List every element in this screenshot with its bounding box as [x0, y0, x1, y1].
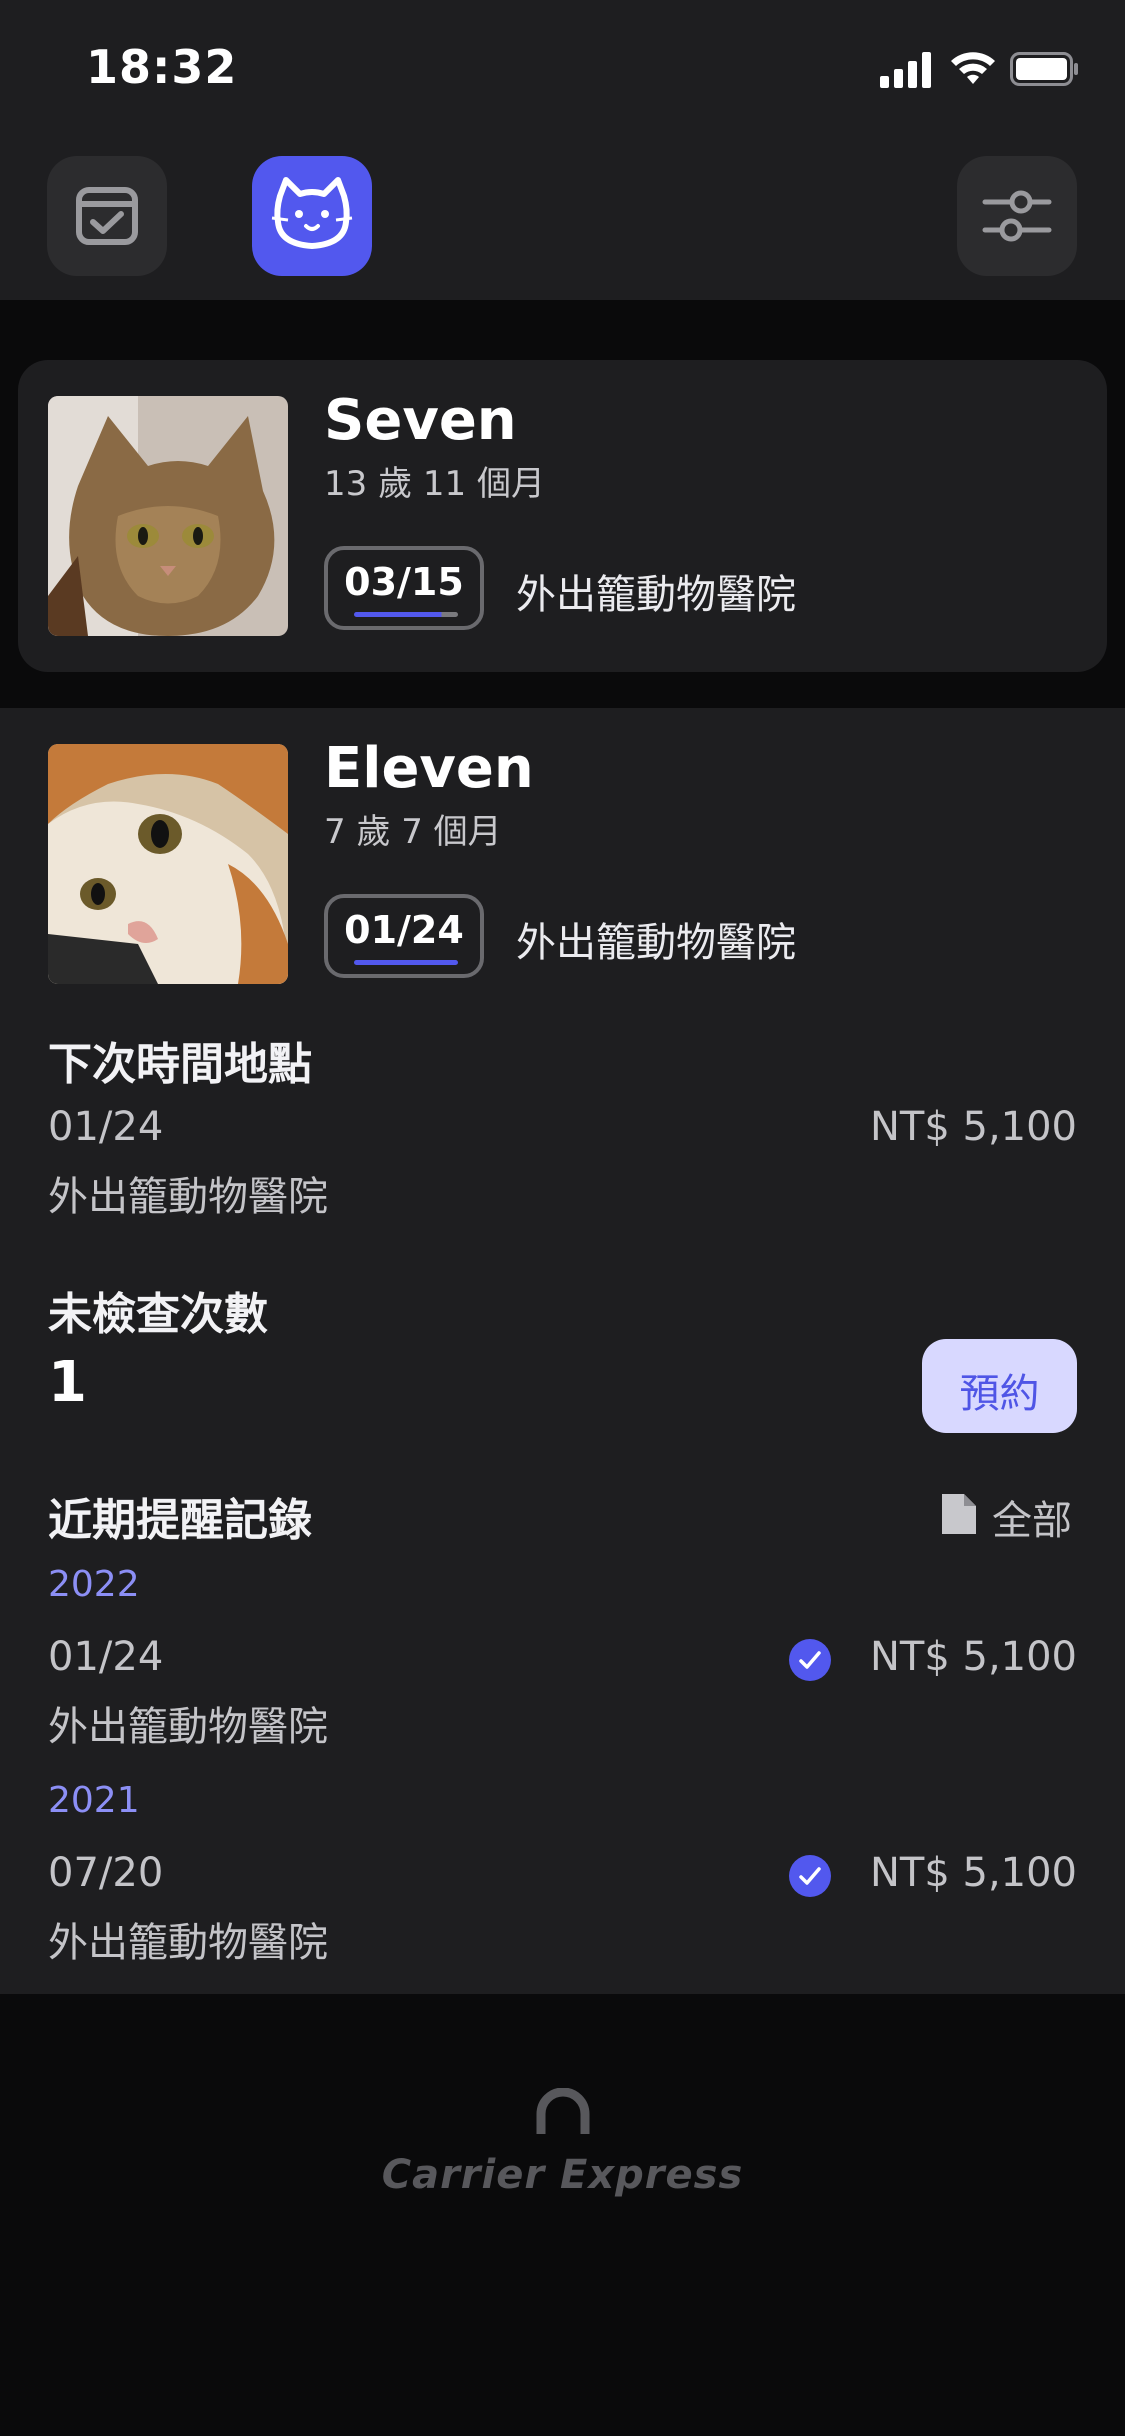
record-clinic: 外出籠動物醫院 [48, 1704, 328, 1750]
date-progress-bar [354, 612, 458, 617]
pet-name: Seven [324, 388, 517, 453]
next-clinic: 外出籠動物醫院 [48, 1174, 328, 1220]
record-year: 2021 [48, 1780, 140, 1821]
record-year: 2022 [48, 1564, 140, 1605]
done-check-icon [789, 1639, 831, 1681]
pets-tab-button[interactable] [252, 156, 372, 276]
document-icon [942, 1494, 976, 1534]
recent-section-title: 近期提醒記錄 [48, 1495, 312, 1546]
filter-sliders-icon [982, 190, 1052, 242]
wifi-icon [951, 52, 995, 84]
book-button[interactable]: 預約 [922, 1339, 1077, 1433]
cat-icon [271, 177, 353, 249]
record-clinic: 外出籠動物醫院 [48, 1920, 328, 1966]
next-section-title: 下次時間地點 [48, 1039, 312, 1090]
filter-button[interactable] [957, 156, 1077, 276]
pet-photo-eleven [48, 744, 288, 984]
unchecked-section-title: 未檢查次數 [48, 1289, 268, 1340]
calendar-check-icon [76, 187, 138, 245]
record-price: NT$ 5,100 [869, 1634, 1077, 1680]
brand-name: Carrier Express [381, 2152, 744, 2198]
next-date: 03/15 [344, 560, 464, 604]
record-date: 07/20 [48, 1850, 164, 1896]
view-all-label: 全部 [992, 1498, 1072, 1544]
next-date-pill: 03/15 [324, 546, 484, 630]
record-price: NT$ 5,100 [869, 1850, 1077, 1896]
done-check-icon [789, 1855, 831, 1897]
pet-age: 13 歲 11 個月 [324, 464, 545, 504]
calendar-tab-button[interactable] [47, 156, 167, 276]
battery-icon [1010, 52, 1078, 86]
date-progress-bar [354, 960, 458, 965]
cellular-signal-icon [880, 52, 931, 88]
next-date-pill: 01/24 [324, 894, 484, 978]
carrier-logo-icon [536, 2088, 590, 2134]
pet-age: 7 歲 7 個月 [324, 812, 502, 852]
status-time: 18:32 [86, 40, 238, 94]
next-date: 01/24 [344, 908, 464, 952]
next-date: 01/24 [48, 1104, 164, 1150]
book-button-label: 預約 [959, 1371, 1040, 1417]
pet-photo-seven [48, 396, 288, 636]
view-all-link[interactable]: 全部 [940, 1488, 1080, 1544]
next-price: NT$ 5,100 [869, 1104, 1077, 1150]
clinic-name: 外出籠動物醫院 [516, 920, 796, 966]
record-date: 01/24 [48, 1634, 164, 1680]
unchecked-count: 1 [48, 1350, 87, 1415]
pet-name: Eleven [324, 736, 534, 801]
clinic-name: 外出籠動物醫院 [516, 572, 796, 618]
